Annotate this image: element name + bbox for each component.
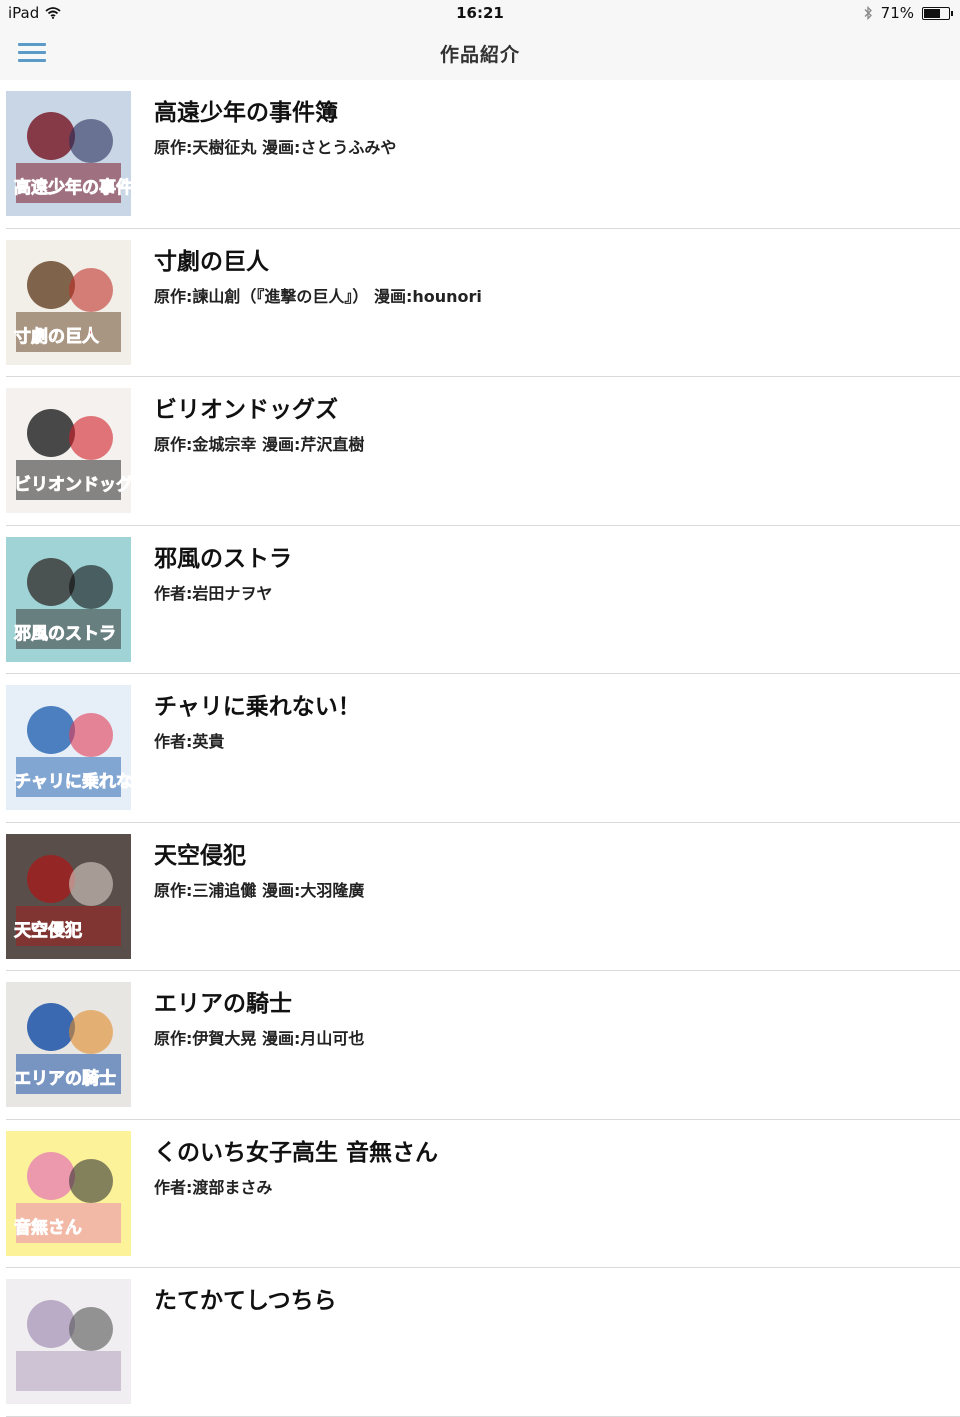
svg-text:邪風のストラ: 邪風のストラ: [13, 624, 116, 644]
work-title: 天空侵犯: [154, 842, 246, 869]
navigation-bar: 作品紹介: [0, 26, 960, 80]
svg-text:天空侵犯: 天空侵犯: [14, 920, 82, 941]
work-title: 寸劇の巨人: [154, 248, 269, 275]
work-cover-image: 寸劇の巨人: [6, 239, 131, 365]
work-list-item[interactable]: チャリに乗れない! チャリに乗れない！ 作者:英貴: [6, 674, 960, 823]
battery-fill: [924, 8, 940, 18]
work-author: 作者:岩田ナヲヤ: [154, 583, 273, 603]
svg-text:音無さん: 音無さん: [14, 1217, 82, 1238]
work-cover-image: 天空侵犯: [6, 833, 131, 959]
svg-text:寸劇の巨人: 寸劇の巨人: [14, 326, 100, 347]
work-title: くのいち女子高生 音無さん: [154, 1139, 439, 1166]
work-author: 原作:金城宗幸 漫画:芹沢直樹: [154, 435, 365, 454]
work-cover-image: エリアの騎士: [6, 982, 131, 1107]
work-author: 作者:渡部まさみ: [154, 1177, 273, 1197]
work-author: 原作:伊賀大晃 漫画:月山可也: [154, 1029, 365, 1048]
work-cover-image: チャリに乗れない!: [6, 685, 131, 810]
work-title: 高遠少年の事件簿: [154, 100, 338, 126]
work-cover-image: 音無さん: [6, 1130, 131, 1256]
work-list-item[interactable]: 音無さん くのいち女子高生 音無さん作者:渡部まさみ: [6, 1120, 960, 1268]
work-title: チャリに乗れない！: [154, 694, 361, 720]
work-author: 原作:天樹征丸 漫画:さとうふみや: [154, 138, 397, 157]
svg-text:エリアの騎士: エリアの騎士: [14, 1068, 116, 1089]
status-right: 71%: [863, 4, 953, 22]
work-author: 作者:英貴: [154, 732, 225, 751]
work-list-item[interactable]: 寸劇の巨人 寸劇の巨人 原作:諫山創（『進撃の巨人』） 漫画:hounori: [6, 229, 960, 377]
battery-percent: 71%: [880, 4, 914, 22]
status-bar: iPad 16:21 71%: [0, 0, 960, 26]
work-list-item[interactable]: ビリオンドッグズビリオンドッグズ原作:金城宗幸 漫画:芹沢直樹: [6, 377, 960, 526]
work-author: 原作:三浦追儺 漫画:大羽隆廣: [154, 880, 365, 900]
work-list: 高遠少年の事件簿高遠少年の事件簿原作:天樹征丸 漫画:さとうふみや寸劇の巨人寸劇…: [0, 80, 960, 1417]
bluetooth-icon: [864, 6, 872, 20]
svg-text:ビリオンドッグズ: ビリオンドッグズ: [14, 474, 131, 495]
work-cover-image: [6, 1279, 131, 1404]
work-list-item[interactable]: 邪風のストラ 邪風のストラ 作者:岩田ナヲヤ: [6, 526, 960, 674]
work-title: たてかてしつちら: [154, 1288, 337, 1314]
work-cover-image: 高遠少年の事件簿: [6, 91, 131, 216]
battery-icon: [922, 6, 953, 20]
work-cover-image: ビリオンドッグズ: [6, 388, 131, 513]
svg-text:チャリに乗れない!: チャリに乗れない!: [14, 772, 131, 792]
svg-text:高遠少年の事件簿: 高遠少年の事件簿: [14, 177, 131, 198]
work-list-item[interactable]: たてかてしつちら: [6, 1268, 960, 1417]
work-list-item[interactable]: 高遠少年の事件簿高遠少年の事件簿原作:天樹征丸 漫画:さとうふみや: [6, 80, 960, 229]
page-title: 作品紹介: [439, 44, 520, 66]
status-time: 16:21: [456, 4, 504, 22]
work-list-item[interactable]: 天空侵犯 天空侵犯 原作:三浦追儺 漫画:大羽隆廣: [6, 823, 960, 971]
work-list-item[interactable]: エリアの騎士 エリアの騎士 原作:伊賀大晃 漫画:月山可也: [6, 971, 960, 1120]
work-title: 邪風のストラ: [154, 545, 292, 572]
work-title: エリアの騎士: [154, 991, 292, 1017]
work-cover-image: 邪風のストラ: [6, 536, 131, 662]
work-title: ビリオンドッグズ: [154, 397, 338, 423]
work-author: 原作:諫山創（『進撃の巨人』） 漫画:hounori: [154, 286, 482, 306]
